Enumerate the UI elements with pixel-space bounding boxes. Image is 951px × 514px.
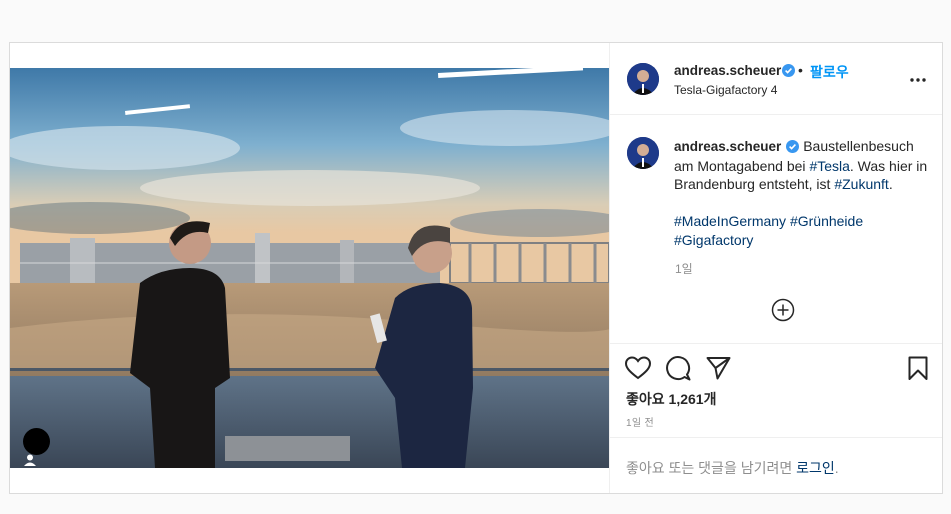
heart-icon xyxy=(624,356,652,380)
location-link[interactable]: Tesla-Gigafactory 4 xyxy=(674,83,777,97)
save-button[interactable] xyxy=(908,356,928,386)
comment-button[interactable] xyxy=(666,356,691,386)
verified-badge-icon xyxy=(782,64,795,77)
caption-avatar[interactable] xyxy=(627,137,659,169)
hashtag-link[interactable]: #Grünheide xyxy=(790,213,863,229)
plus-circle-icon xyxy=(771,298,795,322)
caption-time: 1일 xyxy=(675,262,693,276)
login-link[interactable]: 로그인 xyxy=(796,460,835,476)
follow-button[interactable]: 팔로우 xyxy=(810,62,849,82)
user-tag-button[interactable] xyxy=(23,428,50,466)
share-button[interactable] xyxy=(706,356,731,385)
caption-username[interactable]: andreas.scheuer xyxy=(674,139,781,154)
posted-time: 1일 전 xyxy=(626,418,654,429)
actions-divider xyxy=(610,343,942,344)
post-caption: andreas.scheuer Baustellenbesuch am Mont… xyxy=(674,137,932,249)
likes-count[interactable]: 좋아요 1,261개 xyxy=(626,389,716,409)
load-more-comments-button[interactable] xyxy=(771,298,795,327)
post-photo[interactable] xyxy=(10,43,609,493)
comment-login-bar: 좋아요 또는 댓글을 남기려면 로그인. xyxy=(610,437,942,493)
user-icon xyxy=(24,454,36,466)
hashtag-link[interactable]: #Gigafactory xyxy=(674,232,753,248)
hashtag-link[interactable]: #Zukunft xyxy=(834,176,888,192)
avatar-image xyxy=(627,137,659,169)
header-username[interactable]: andreas.scheuer xyxy=(674,63,781,78)
more-options-icon xyxy=(910,78,926,82)
post-header: andreas.scheuer • 팔로우 Tesla-Gigafactory … xyxy=(610,43,942,115)
hashtag-link[interactable]: #Tesla xyxy=(809,158,849,174)
comment-icon xyxy=(666,356,691,381)
avatar-image xyxy=(627,63,659,95)
bookmark-icon xyxy=(908,356,928,380)
login-prompt-text: 좋아요 또는 댓글을 남기려면 xyxy=(626,460,797,476)
more-options-button[interactable] xyxy=(910,69,926,87)
hashtag-link[interactable]: #MadeInGermany xyxy=(674,213,786,229)
caption-text: . xyxy=(888,176,893,192)
photo-image xyxy=(10,68,609,468)
post-side-panel: andreas.scheuer • 팔로우 Tesla-Gigafactory … xyxy=(609,43,942,493)
separator-dot: • xyxy=(798,62,803,78)
verified-badge-icon xyxy=(786,140,800,153)
avatar[interactable] xyxy=(627,63,659,95)
login-prompt: 좋아요 또는 댓글을 남기려면 로그인. xyxy=(626,458,839,478)
login-prompt-end: . xyxy=(834,460,839,476)
like-button[interactable] xyxy=(624,356,652,385)
send-icon xyxy=(706,357,731,380)
instagram-post: andreas.scheuer • 팔로우 Tesla-Gigafactory … xyxy=(9,42,943,494)
